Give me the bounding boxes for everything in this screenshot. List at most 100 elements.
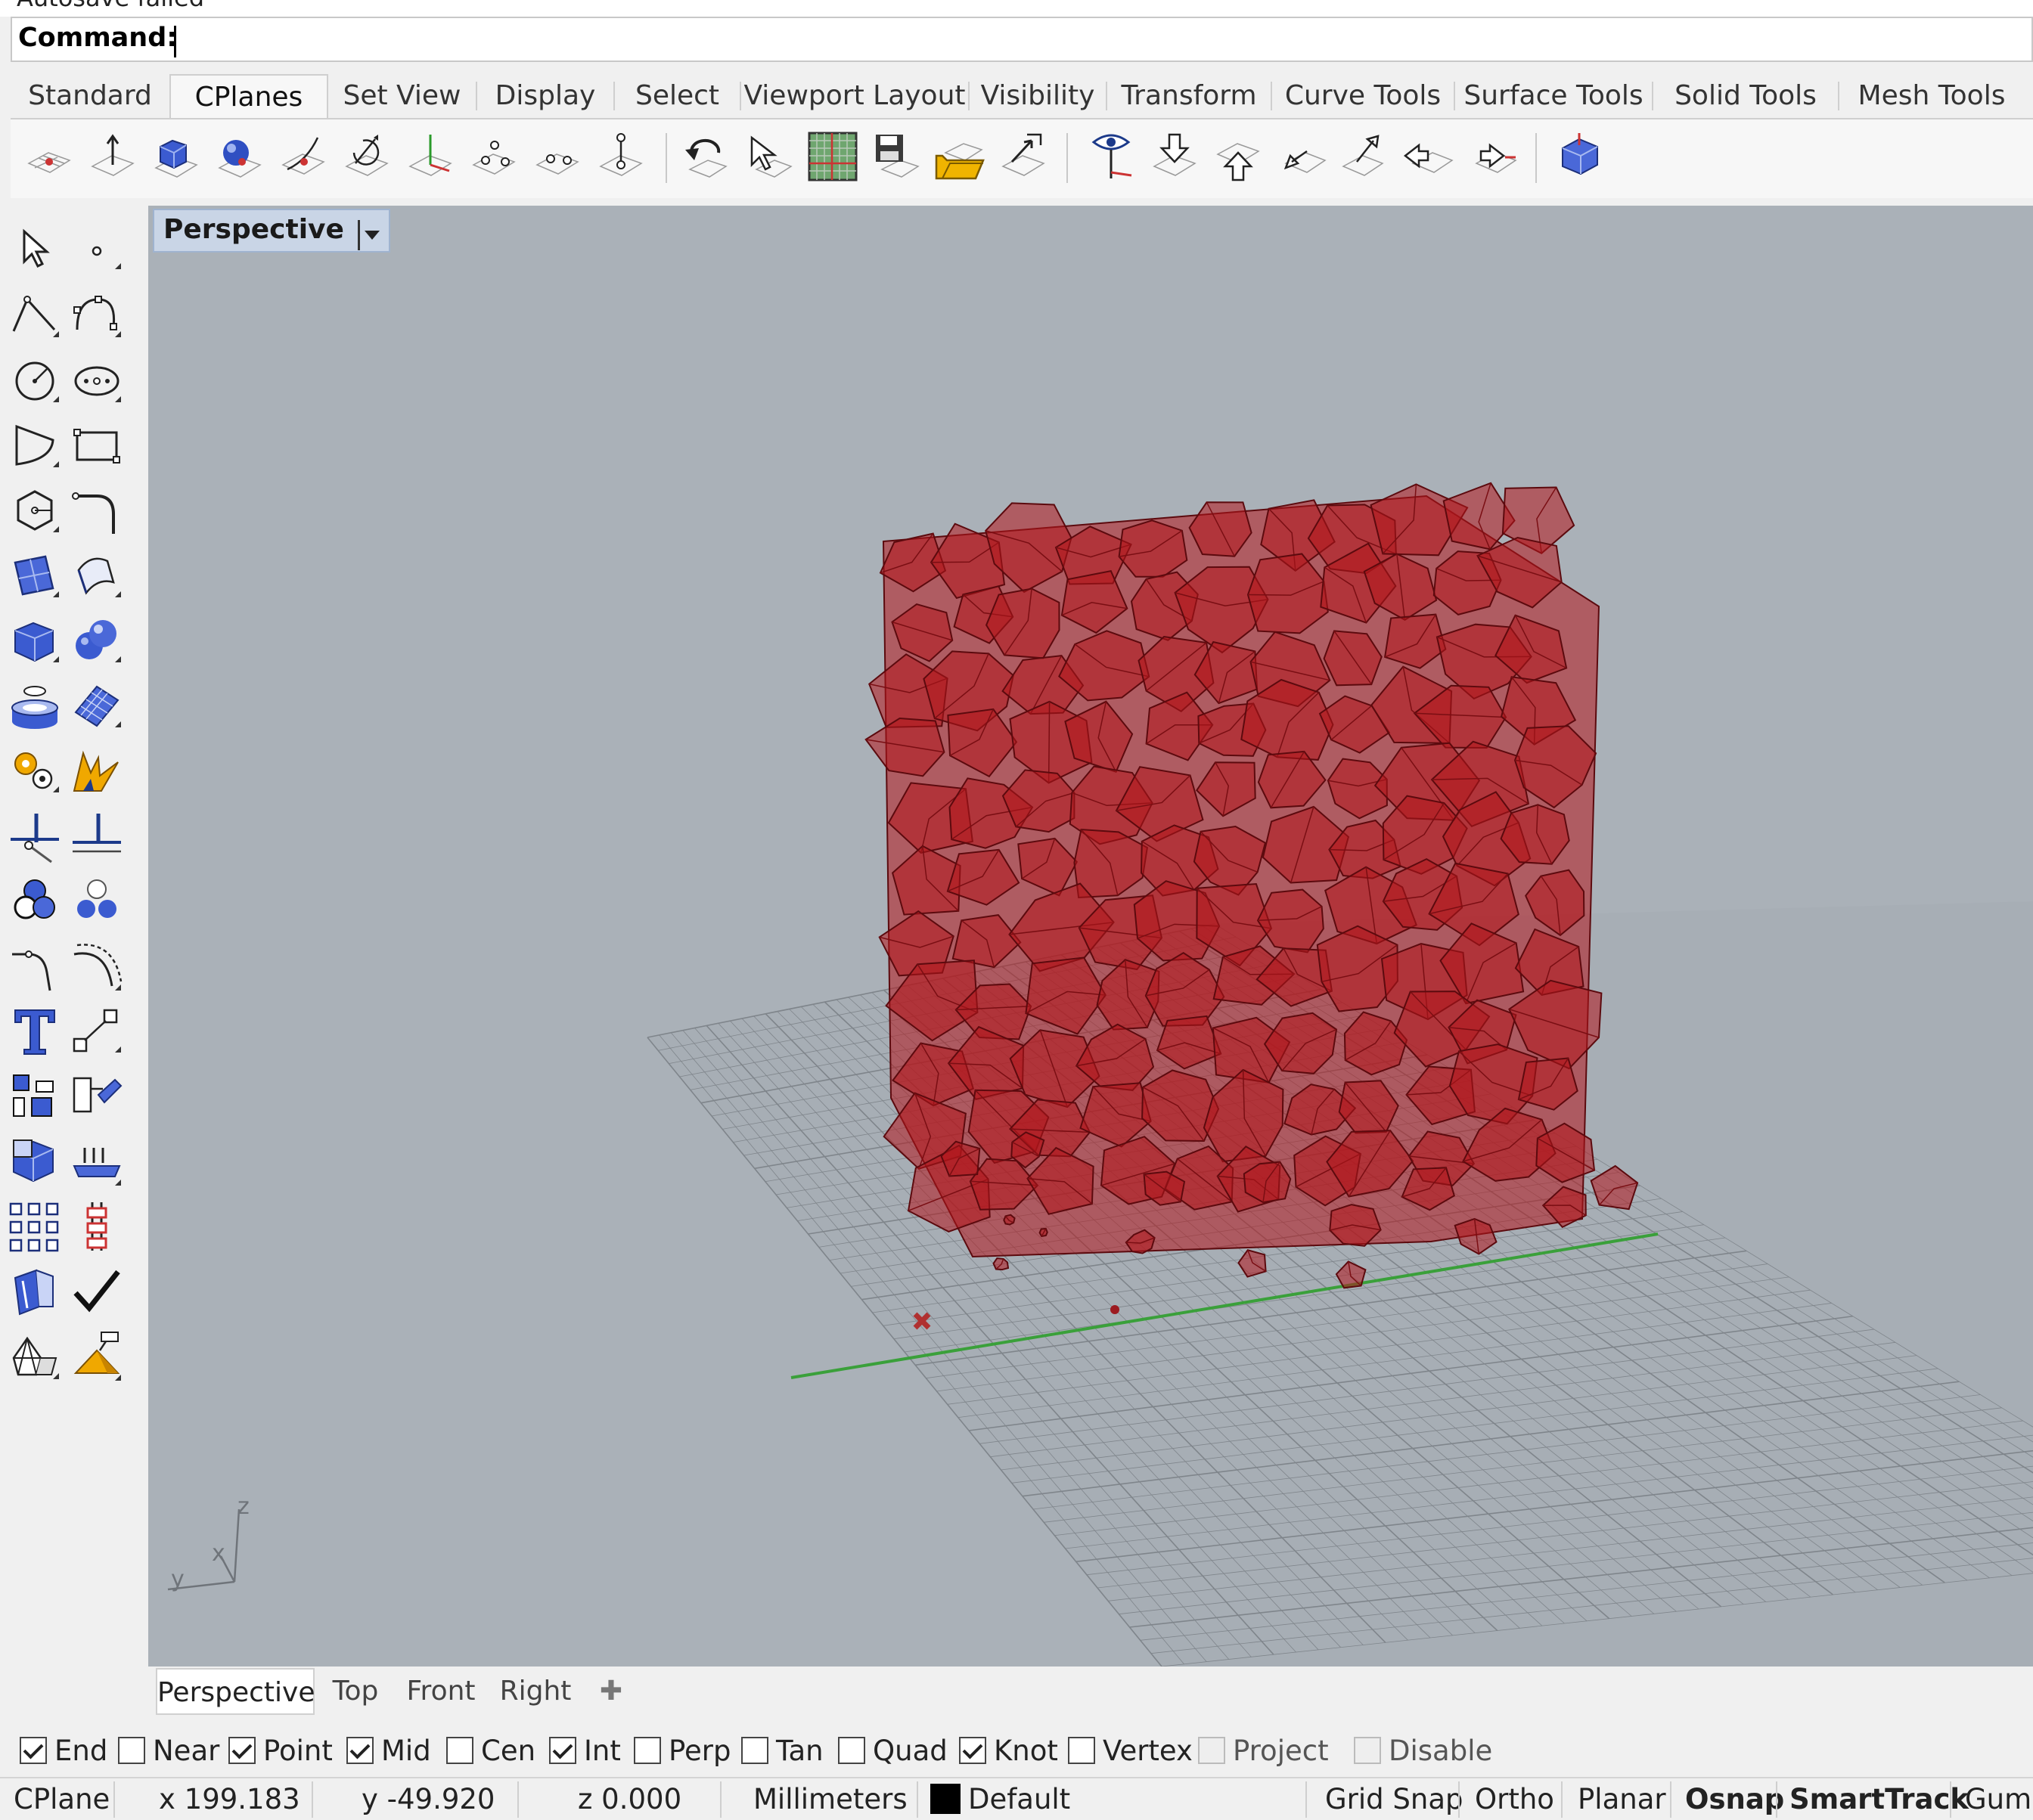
osnap-checkbox[interactable] [549,1737,576,1764]
cplane-perpendicular-curve-icon[interactable] [277,130,330,183]
tab-standard[interactable]: Standard [11,74,169,118]
osnap-knot[interactable]: Knot [959,1729,1058,1774]
tab-curve-tools[interactable]: Curve Tools [1272,74,1454,118]
tab-display[interactable]: Display [477,74,613,118]
osnap-checkbox[interactable] [446,1737,473,1764]
grid-toggle-icon[interactable] [806,130,859,183]
box-icon[interactable] [6,612,64,670]
undo-cplane-icon[interactable] [679,130,732,183]
tab-transform[interactable]: Transform [1107,74,1271,118]
osnap-checkbox[interactable] [20,1737,47,1764]
select-arrow-icon[interactable] [6,222,64,280]
dimension-icon[interactable] [68,1133,126,1190]
osnap-checkbox[interactable] [741,1737,768,1764]
osnap-checkbox[interactable] [959,1737,986,1764]
viewport-title[interactable]: Perspective [153,209,390,253]
cplane-select-icon[interactable] [743,130,796,183]
osnap-int[interactable]: Int [549,1729,621,1774]
cplane-back-icon[interactable] [1466,130,1519,183]
point-icon[interactable] [68,222,126,280]
voronoi-cell-objects[interactable] [866,483,1637,1314]
tab-front[interactable]: Front [392,1668,490,1715]
boolean-split-icon[interactable] [68,873,126,930]
osnap-project[interactable]: Project [1198,1729,1329,1774]
scale-icon[interactable] [68,1003,126,1060]
toggle-gumball[interactable]: Gumb [1965,1778,2033,1820]
grasshopper-gears-icon[interactable] [6,743,64,800]
toggle-osnap[interactable]: Osnap [1685,1778,1784,1820]
tab-visibility[interactable]: Visibility [970,74,1106,118]
arc-icon[interactable] [6,417,64,475]
tab-surface-tools[interactable]: Surface Tools [1455,74,1652,118]
cplane-bottom-icon[interactable] [1212,130,1265,183]
osnap-checkbox[interactable] [1198,1737,1225,1764]
osnap-checkbox[interactable] [118,1737,145,1764]
tab-right[interactable]: Right [490,1668,581,1715]
boolean-union-icon[interactable] [68,612,126,670]
status-layer[interactable]: Default [930,1778,1070,1820]
trim-icon[interactable] [6,808,64,865]
array-icon[interactable] [6,1198,64,1255]
gumball-icon[interactable] [68,1198,126,1255]
circle-icon[interactable] [6,352,64,410]
offset-curve-icon[interactable] [68,938,126,995]
osnap-checkbox[interactable] [346,1737,374,1764]
cylinder-icon[interactable] [6,677,64,735]
osnap-near[interactable]: Near [118,1729,219,1774]
status-units[interactable]: Millimeters [753,1778,908,1820]
open-cplane-icon[interactable] [933,130,986,183]
properties-icon[interactable] [6,1133,64,1190]
cplane-elevation-icon[interactable] [86,130,139,183]
fillet-curves-icon[interactable] [68,482,126,540]
cplane-left-icon[interactable] [1275,130,1328,183]
boolean-difference-icon[interactable] [6,873,64,930]
cplane-right-icon[interactable] [1339,130,1392,183]
render-icon[interactable] [6,1328,64,1385]
status-cplane[interactable]: CPlane [14,1778,110,1820]
viewport-scene[interactable]: z x y [148,206,2033,1667]
lights-icon[interactable] [68,1328,126,1385]
split-icon[interactable] [68,808,126,865]
tab-perspective[interactable]: Perspective [156,1668,315,1715]
surface-from-points-icon[interactable] [6,547,64,605]
toggle-smarttrack[interactable]: SmartTrack [1789,1778,1969,1820]
ellipse-icon[interactable] [68,352,126,410]
cplane-z-axis-icon[interactable] [404,130,457,183]
text-icon[interactable] [6,1003,64,1060]
osnap-vertex[interactable]: Vertex [1068,1729,1193,1774]
cplane-3-points-icon[interactable] [467,130,520,183]
toggle-ortho[interactable]: Ortho [1475,1778,1554,1820]
check-icon[interactable] [68,1263,126,1320]
mesh-plane-icon[interactable] [68,677,126,735]
block-instance-icon[interactable] [68,1068,126,1125]
analyze-direction-icon[interactable] [6,1263,64,1320]
osnap-checkbox[interactable] [838,1737,865,1764]
fillet-edge-icon[interactable] [6,938,64,995]
osnap-checkbox[interactable] [1068,1737,1095,1764]
osnap-perp[interactable]: Perp [634,1729,731,1774]
toggle-grid-snap[interactable]: Grid Snap [1325,1778,1463,1820]
curve-icon[interactable] [68,287,126,345]
polygon-icon[interactable] [6,482,64,540]
osnap-disable[interactable]: Disable [1354,1729,1492,1774]
command-line[interactable]: Command: [11,17,2033,62]
add-viewport-icon[interactable]: ✚ [588,1668,634,1715]
cplane-front-icon[interactable] [1402,130,1455,183]
cplane-top-icon[interactable] [1148,130,1201,183]
tab-select[interactable]: Select [615,74,740,118]
group-icon[interactable] [6,1068,64,1125]
toggle-planar[interactable]: Planar [1578,1778,1666,1820]
cplane-to-view-icon[interactable] [1085,130,1138,183]
osnap-checkbox[interactable] [634,1737,661,1764]
set-cplane-origin-icon[interactable] [23,130,76,183]
cplane-to-surface-icon[interactable] [213,130,266,183]
osnap-point[interactable]: Point [228,1729,333,1774]
named-cplanes-icon[interactable] [997,130,1050,183]
osnap-quad[interactable]: Quad [838,1729,948,1774]
cplane-vertical-icon[interactable] [594,130,647,183]
tab-set-view[interactable]: Set View [328,74,476,118]
cplane-x-axis-icon[interactable] [531,130,584,183]
osnap-tan[interactable]: Tan [741,1729,824,1774]
tab-top[interactable]: Top [319,1668,392,1715]
perspective-viewport[interactable]: z x y Perspective [148,206,2033,1667]
